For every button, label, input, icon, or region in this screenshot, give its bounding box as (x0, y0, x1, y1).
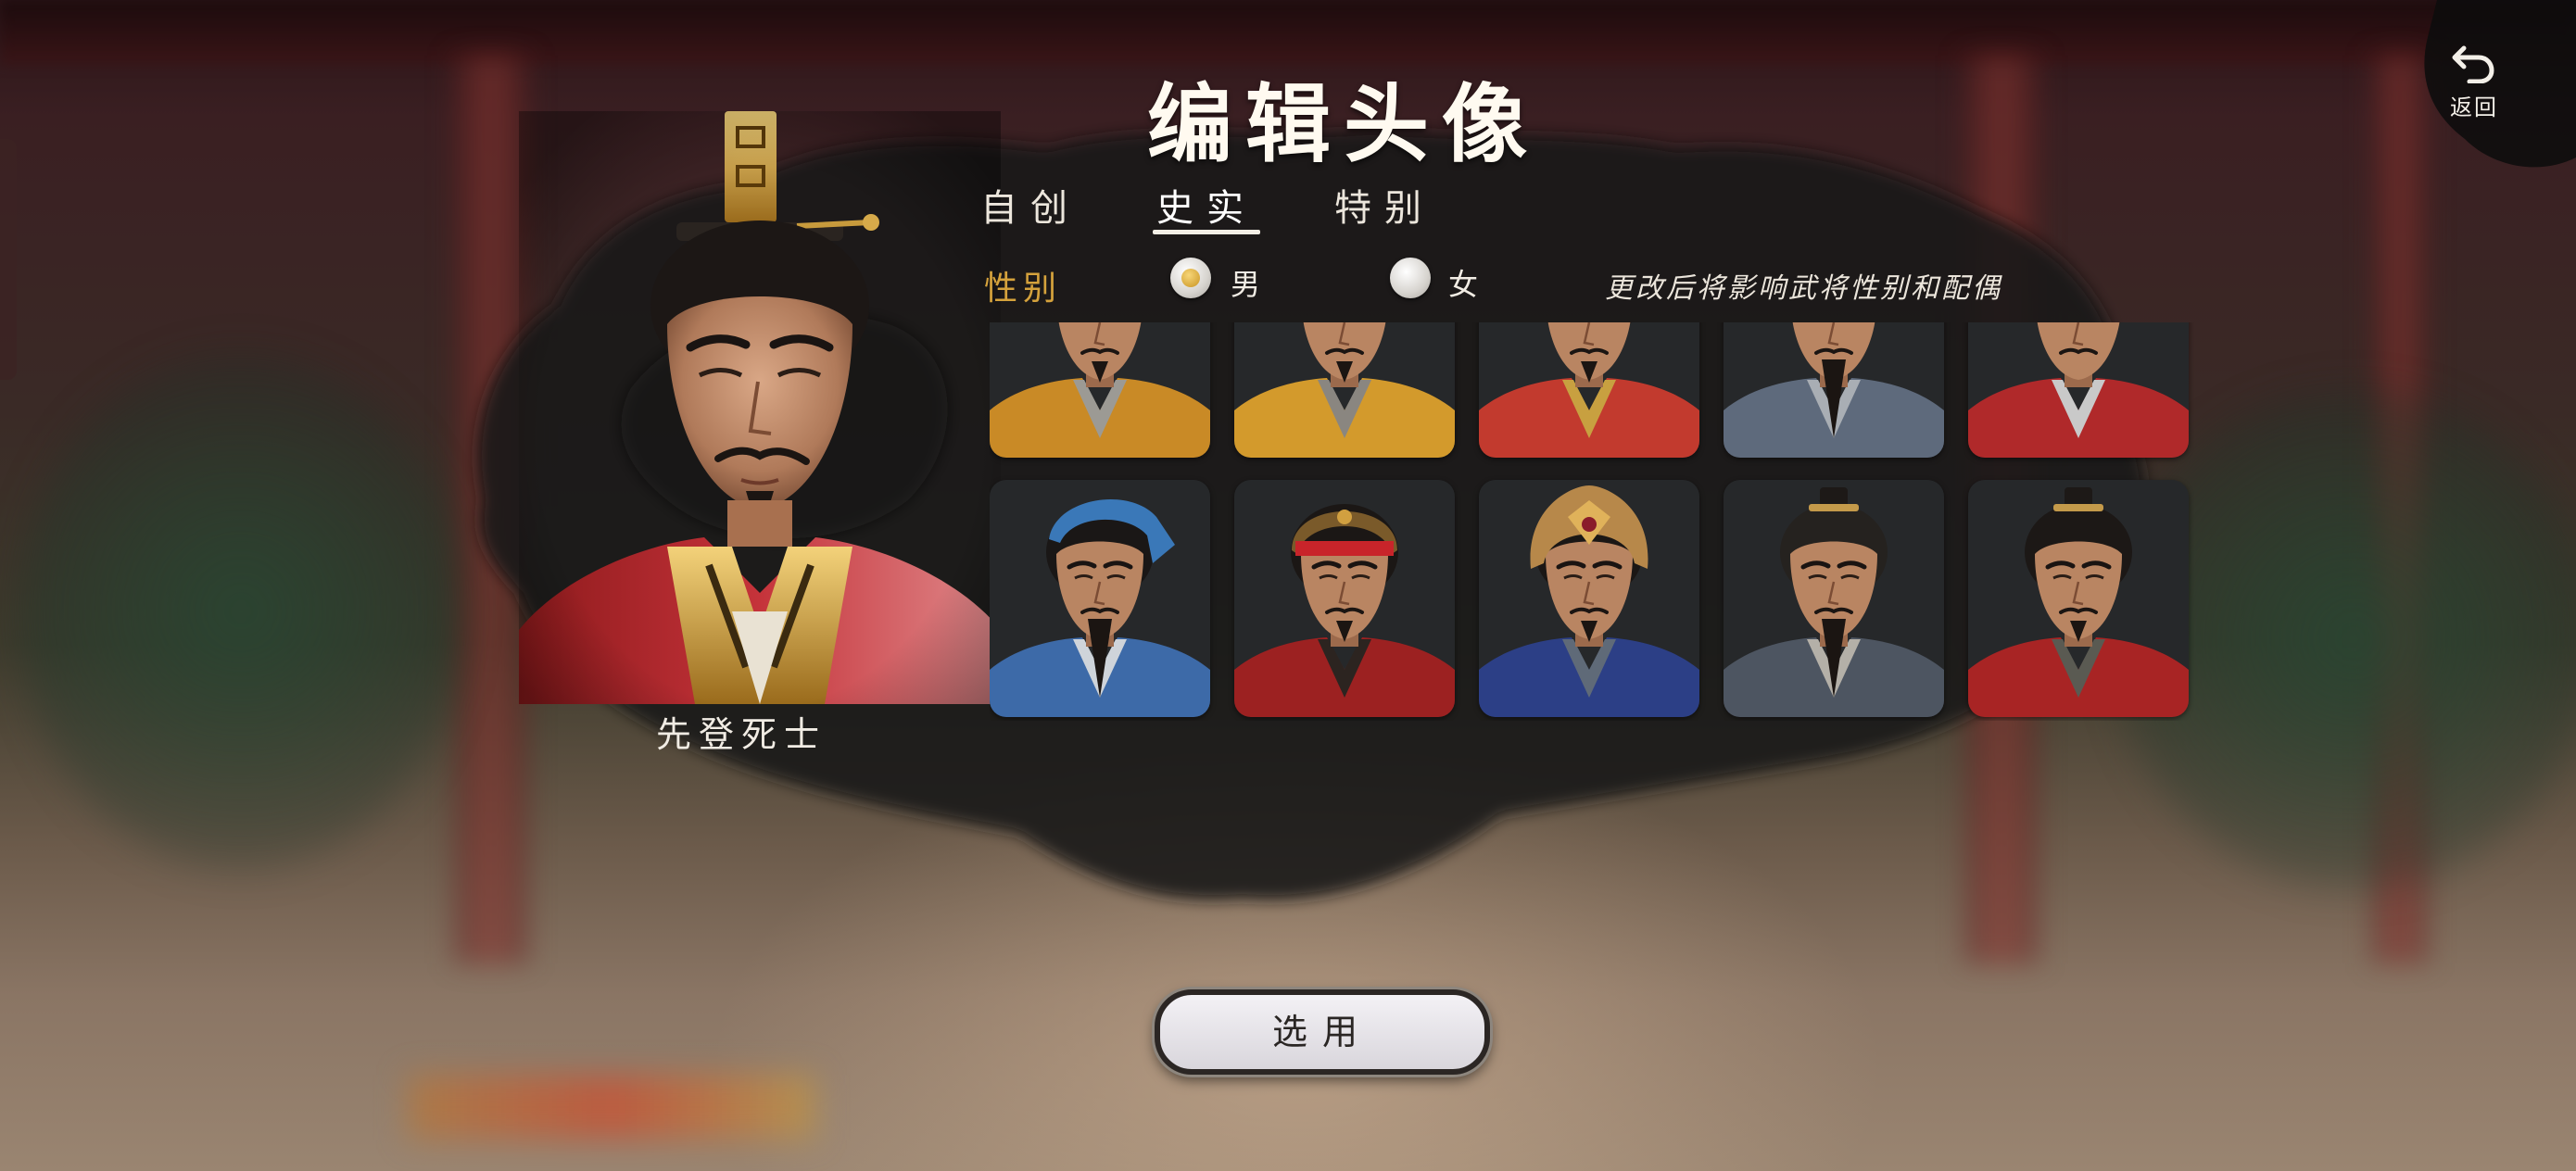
gender-female-radio[interactable] (1390, 258, 1431, 298)
general-portrait (1724, 480, 1944, 717)
game-screen: 先登死士 编辑头像 返回 自创 史实 特别 性别 男 女 更改后将影响武将性别和… (0, 0, 2576, 1171)
general-portrait (1479, 322, 1699, 458)
select-button[interactable]: 选用 (1155, 989, 1490, 1075)
general-portrait (990, 480, 1210, 717)
gender-label: 性别 (984, 270, 1063, 308)
selected-portrait (519, 111, 1001, 704)
avatar-card[interactable] (1968, 480, 2189, 717)
gender-female-label: 女 (1448, 267, 1479, 302)
background-rug (408, 1075, 815, 1140)
general-portrait (990, 322, 1210, 458)
avatar-grid (990, 322, 2194, 721)
avatar-card[interactable] (1234, 480, 1455, 717)
left-edge-handle (0, 139, 17, 380)
avatar-card[interactable] (1724, 322, 1944, 458)
back-button[interactable]: 返回 (2428, 44, 2520, 128)
radio-selected-dot (1181, 269, 1200, 287)
avatar-card[interactable] (990, 322, 1210, 458)
general-portrait (1479, 480, 1699, 717)
page-title: 编辑头像 (1146, 74, 1540, 174)
portrait-name: 先登死士 (655, 714, 827, 755)
active-tab-underline (1153, 230, 1260, 234)
avatar-card[interactable] (990, 480, 1210, 717)
tab-special[interactable]: 特别 (1334, 178, 1434, 233)
general-portrait (1968, 322, 2189, 458)
back-label: 返回 (2450, 94, 2498, 120)
gender-change-hint: 更改后将影响武将性别和配偶 (1605, 272, 2002, 305)
general-portrait (1968, 480, 2189, 717)
background-tree (19, 352, 463, 871)
gender-male-radio[interactable] (1170, 258, 1211, 298)
tab-historical[interactable]: 史实 (1156, 178, 1256, 233)
avatar-card[interactable] (1724, 480, 1944, 717)
tab-custom[interactable]: 自创 (980, 178, 1080, 233)
avatar-card[interactable] (1479, 322, 1699, 458)
general-portrait (1234, 322, 1455, 458)
avatar-card[interactable] (1968, 322, 2189, 458)
return-arrow-icon (2452, 45, 2494, 84)
general-portrait (1724, 322, 1944, 458)
general-portrait (1234, 480, 1455, 717)
avatar-card[interactable] (1234, 322, 1455, 458)
avatar-card[interactable] (1479, 480, 1699, 717)
gender-male-label: 男 (1231, 267, 1261, 302)
